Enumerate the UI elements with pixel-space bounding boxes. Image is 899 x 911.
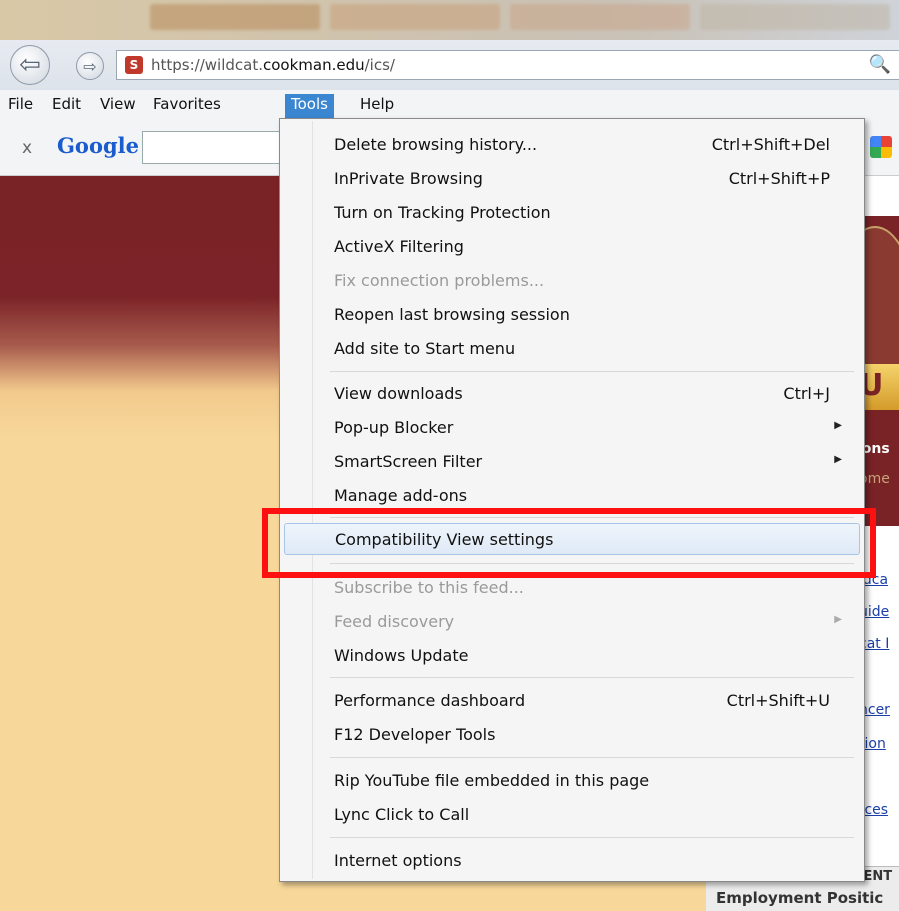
menu-item-view-downloads[interactable]: View downloads Ctrl+J — [284, 378, 860, 410]
menu-item-f12-tools[interactable]: F12 Developer Tools — [284, 719, 860, 751]
site-favicon-icon: S — [125, 56, 143, 74]
google-logo: Google — [57, 133, 139, 158]
menu-item-add-to-start[interactable]: Add site to Start menu — [284, 333, 860, 365]
google-search-input[interactable] — [142, 131, 292, 164]
close-icon[interactable]: x — [22, 138, 32, 158]
url-text: https://wildcat.cookman.edu/ics/ — [151, 56, 395, 74]
back-arrow-icon[interactable]: ⇦ — [10, 45, 50, 85]
menu-edit[interactable]: Edit — [46, 94, 87, 118]
browser-tab-strip — [0, 0, 899, 40]
menu-item-internet-options[interactable]: Internet options — [284, 845, 860, 877]
highlight-annotation-box — [262, 508, 876, 578]
blurred-tab[interactable] — [330, 4, 500, 30]
search-icon[interactable]: 🔍 — [869, 54, 891, 75]
address-row: ⇦ ⇨ S https://wildcat.cookman.edu/ics/ 🔍 — [0, 40, 899, 90]
menu-item-delete-history[interactable]: Delete browsing history... Ctrl+Shift+Del — [284, 129, 860, 161]
address-bar[interactable]: S https://wildcat.cookman.edu/ics/ 🔍 — [116, 50, 899, 80]
employment-link[interactable]: Employment Positic — [716, 889, 883, 907]
menu-help[interactable]: Help — [354, 94, 400, 118]
menu-item-activex-filtering[interactable]: ActiveX Filtering — [284, 231, 860, 263]
google-apps-icon[interactable] — [870, 136, 892, 158]
submenu-arrow-icon: ▶ — [834, 454, 842, 465]
menu-tools[interactable]: Tools — [285, 94, 334, 118]
menu-item-popup-blocker[interactable]: Pop-up Blocker ▶ — [284, 412, 860, 444]
blurred-tab[interactable] — [700, 4, 890, 30]
menu-item-performance-dashboard[interactable]: Performance dashboard Ctrl+Shift+U — [284, 685, 860, 717]
menu-item-reopen-session[interactable]: Reopen last browsing session — [284, 299, 860, 331]
menu-item-feed-discovery: Feed discovery ▶ — [334, 612, 842, 631]
forward-arrow-icon[interactable]: ⇨ — [76, 52, 104, 80]
menu-separator — [330, 837, 854, 838]
submenu-arrow-icon: ▶ — [834, 614, 842, 625]
menu-bar: File Edit View Favorites Tools Help — [0, 90, 899, 120]
submenu-arrow-icon: ▶ — [834, 420, 842, 431]
blurred-tab[interactable] — [510, 4, 690, 30]
menu-favorites[interactable]: Favorites — [147, 94, 227, 118]
menu-view[interactable]: View — [94, 94, 142, 118]
menu-separator — [330, 371, 854, 372]
menu-item-smartscreen[interactable]: SmartScreen Filter ▶ — [284, 446, 860, 478]
menu-item-windows-update[interactable]: Windows Update — [284, 640, 860, 672]
menu-file[interactable]: File — [2, 94, 39, 118]
menu-item-lync-call[interactable]: Lync Click to Call — [284, 799, 860, 831]
blurred-tab[interactable] — [150, 4, 320, 30]
tools-dropdown-menu: Delete browsing history... Ctrl+Shift+Del… — [279, 118, 865, 882]
menu-separator — [330, 677, 854, 678]
menu-separator — [330, 757, 854, 758]
menu-item-tracking-protection[interactable]: Turn on Tracking Protection — [284, 197, 860, 229]
menu-item-rip-youtube[interactable]: Rip YouTube file embedded in this page — [284, 765, 860, 797]
menu-item-fix-connection: Fix connection problems... — [334, 271, 545, 290]
menu-item-inprivate[interactable]: InPrivate Browsing Ctrl+Shift+P — [284, 163, 860, 195]
